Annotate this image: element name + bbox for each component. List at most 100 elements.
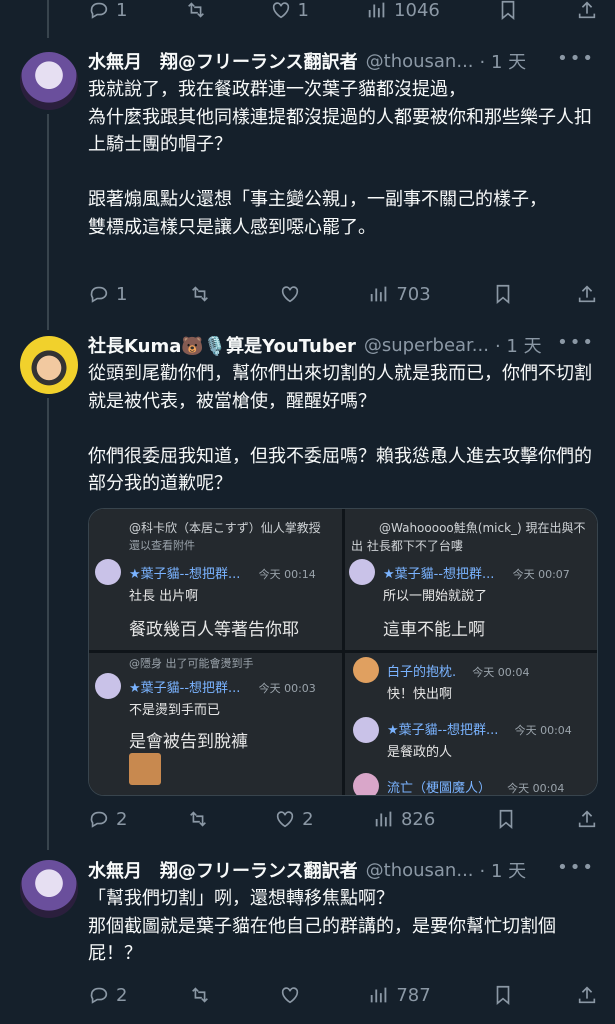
retweet-button[interactable] bbox=[189, 283, 217, 305]
tweet-header: 水無月 翔@フリーランス翻訳者 @thousan... · 1 天 bbox=[88, 48, 591, 74]
views-button[interactable]: 787 bbox=[368, 984, 431, 1006]
more-options-icon[interactable]: ••• bbox=[557, 332, 595, 353]
action-bar: 1 703 bbox=[88, 280, 598, 308]
chat-avatar bbox=[353, 773, 379, 795]
retweet-button[interactable] bbox=[185, 0, 213, 21]
reply-reference: @隱身 出了可能會燙到手 bbox=[129, 657, 254, 670]
action-bar: 2 787 bbox=[88, 981, 598, 1009]
thread-line bbox=[47, 0, 49, 38]
tweet-text: 我就說了，我在餐政群連一次葉子貓都沒提過， 為什麼我跟其他同樣連提都沒提過的人都… bbox=[88, 79, 592, 238]
chat-avatar bbox=[349, 559, 375, 585]
reply-sub: 還以查看附件 bbox=[129, 539, 195, 552]
reply-icon bbox=[90, 286, 108, 303]
chat-avatar bbox=[95, 559, 121, 585]
heart-icon bbox=[281, 286, 298, 303]
views-chart-icon bbox=[368, 2, 385, 18]
bookmark-icon bbox=[496, 985, 510, 1006]
tweet-text: 從頭到尾勸你們，幫你們出來切割的人就是我而已，你們不切割就是被代表，被當槍使，醒… bbox=[88, 363, 592, 494]
thread-line bbox=[47, 398, 49, 850]
reply-icon bbox=[90, 987, 108, 1004]
like-button[interactable]: 2 bbox=[274, 808, 314, 830]
action-bar: 2 2 826 bbox=[88, 805, 598, 833]
share-icon bbox=[578, 986, 596, 1004]
chat-message: 這車不能上啊 bbox=[383, 620, 485, 640]
views-chart-icon bbox=[371, 987, 387, 1003]
more-options-icon[interactable]: ••• bbox=[557, 857, 595, 878]
display-name[interactable]: 水無月 翔@フリーランス翻訳者 bbox=[88, 48, 358, 74]
heart-icon bbox=[281, 987, 298, 1004]
chat-screenshot: 白子的抱枕. 今天 00:04 快！快出啊 ★葉子貓--想把群... 今天 00… bbox=[345, 653, 597, 795]
chat-time: 今天 00:03 bbox=[258, 682, 316, 695]
bookmark-button[interactable] bbox=[492, 283, 514, 305]
views-chart-icon bbox=[371, 286, 387, 302]
bookmark-button[interactable] bbox=[492, 984, 514, 1006]
retweet-button[interactable] bbox=[189, 984, 217, 1006]
heart-icon bbox=[276, 811, 294, 828]
views-button[interactable]: 826 bbox=[373, 808, 435, 830]
views-chart-icon bbox=[375, 811, 392, 827]
share-icon bbox=[578, 285, 596, 303]
retweet-icon bbox=[192, 987, 208, 1003]
chat-avatar bbox=[353, 657, 379, 683]
reply-button[interactable]: 2 bbox=[88, 808, 127, 830]
chat-screenshot: @隱身 出了可能會燙到手 ★葉子貓--想把群... 今天 00:03 不是燙到手… bbox=[89, 653, 342, 795]
avatar[interactable] bbox=[20, 336, 78, 394]
sticker-image bbox=[129, 753, 161, 785]
bookmark-icon bbox=[501, 0, 515, 21]
action-bar: 1 1 1046 bbox=[88, 0, 598, 24]
chat-screenshot: @Wahooooo鮭魚(mick_) 現在出與不 出 社長都下不了台嘍 ★葉子貓… bbox=[345, 509, 597, 650]
views-button[interactable]: 703 bbox=[368, 283, 431, 305]
chat-message: 快！快出啊 bbox=[387, 687, 453, 702]
chat-username: ★葉子貓--想把群... bbox=[387, 723, 499, 738]
chat-message: 所以一開始就說了 bbox=[383, 589, 488, 604]
views-button[interactable]: 1046 bbox=[366, 0, 440, 21]
bookmark-icon bbox=[499, 809, 512, 830]
chat-username: 流亡（梗圖魔人） bbox=[387, 781, 492, 795]
more-options-icon[interactable]: ••• bbox=[557, 48, 595, 69]
reply-button[interactable]: 1 bbox=[88, 0, 127, 21]
like-button[interactable] bbox=[279, 283, 307, 305]
display-name[interactable]: 社長Kuma🐻🎙️算是YouTuber bbox=[88, 332, 356, 358]
chat-message: 是餐政的人 bbox=[387, 745, 453, 760]
timestamp[interactable]: · 1 天 bbox=[495, 332, 542, 358]
chat-screenshot: @科卡欣（本居こすず）仙人掌教授 還以查看附件 ★葉子貓--想把群... 今天 … bbox=[89, 509, 342, 650]
share-button[interactable] bbox=[576, 808, 598, 830]
reply-button[interactable]: 1 bbox=[88, 283, 127, 305]
chat-time: 今天 00:04 bbox=[514, 724, 572, 737]
chat-avatar bbox=[353, 717, 379, 743]
avatar[interactable] bbox=[20, 52, 78, 110]
timestamp[interactable]: · 1 天 bbox=[480, 48, 527, 74]
like-button[interactable] bbox=[279, 984, 307, 1006]
share-button[interactable] bbox=[576, 984, 598, 1006]
reply-reference: @Wahooooo鮭魚(mick_) 現在出與不 bbox=[379, 521, 586, 535]
reply-icon bbox=[90, 2, 108, 19]
thread-line bbox=[47, 114, 49, 330]
chat-username: 白子的抱枕. bbox=[387, 665, 457, 680]
retweet-button[interactable] bbox=[187, 808, 215, 830]
like-button[interactable]: 1 bbox=[270, 0, 309, 21]
display-name[interactable]: 水無月 翔@フリーランス翻訳者 bbox=[88, 857, 358, 883]
chat-message: 是會被告到脫褲 bbox=[129, 732, 248, 752]
chat-message: 餐政幾百人等著告你耶 bbox=[129, 620, 299, 640]
share-icon bbox=[578, 1, 596, 19]
chat-username: ★葉子貓--想把群... bbox=[383, 567, 495, 582]
timestamp[interactable]: · 1 天 bbox=[480, 857, 527, 883]
media-attachment[interactable]: @科卡欣（本居こすず）仙人掌教授 還以查看附件 ★葉子貓--想把群... 今天 … bbox=[88, 508, 598, 796]
reply-icon bbox=[90, 811, 108, 828]
handle[interactable]: @thousan... bbox=[366, 51, 474, 72]
share-button[interactable] bbox=[576, 283, 598, 305]
chat-time: 今天 00:04 bbox=[472, 666, 530, 679]
share-button[interactable] bbox=[576, 0, 598, 21]
handle[interactable]: @superbear... bbox=[364, 335, 489, 356]
chat-avatar bbox=[95, 673, 121, 699]
tweet-text: 「幫我們切割」咧，還想轉移焦點啊？ 那個截圖就是葉子貓在他自己的群講的，是要你幫… bbox=[88, 888, 556, 964]
bookmark-button[interactable] bbox=[495, 808, 517, 830]
bookmark-button[interactable] bbox=[497, 0, 519, 21]
retweet-icon bbox=[187, 2, 204, 18]
reply-button[interactable]: 2 bbox=[88, 984, 127, 1006]
tweet-header: 社長Kuma🐻🎙️算是YouTuber @superbear... · 1 天 bbox=[88, 332, 591, 358]
heart-icon bbox=[272, 2, 289, 19]
avatar[interactable] bbox=[20, 860, 78, 918]
share-icon bbox=[578, 810, 596, 828]
handle[interactable]: @thousan... bbox=[366, 860, 474, 881]
